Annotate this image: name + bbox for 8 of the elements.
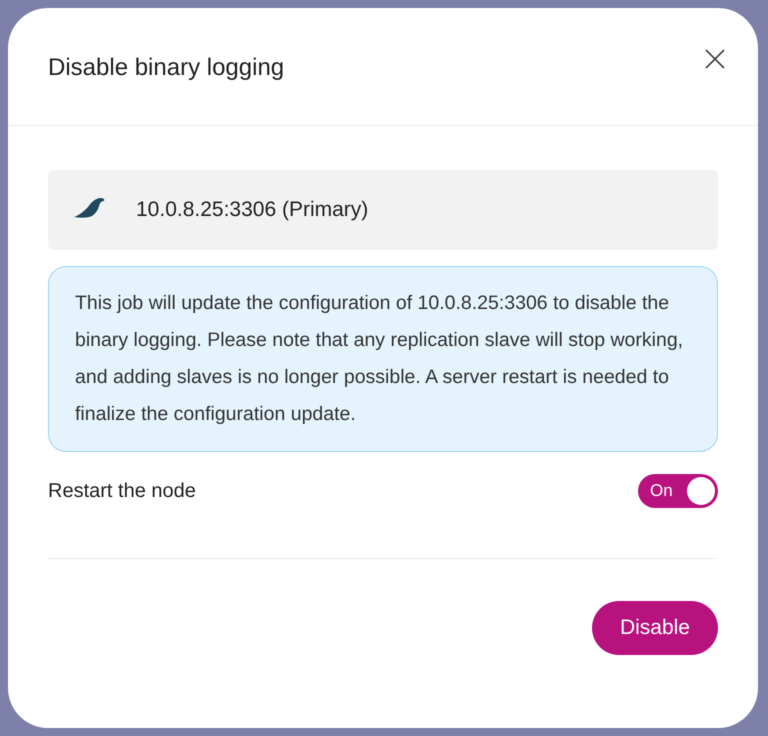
restart-toggle[interactable]: On: [638, 474, 718, 508]
dialog-title: Disable binary logging: [48, 54, 284, 82]
close-button[interactable]: [704, 48, 726, 70]
toggle-label: Restart the node: [48, 480, 196, 502]
disable-button[interactable]: Disable: [592, 601, 718, 655]
info-message: This job will update the configuration of 10.0.8.25:3306 to disable the binary logging. Please note that any replication slave will stop working, and adding slaves is no longer possible. A server restart is needed to finalize the configuration update.: [48, 266, 718, 452]
node-address: 10.0.8.25:3306 (Primary): [136, 198, 368, 222]
close-icon: [704, 48, 726, 70]
